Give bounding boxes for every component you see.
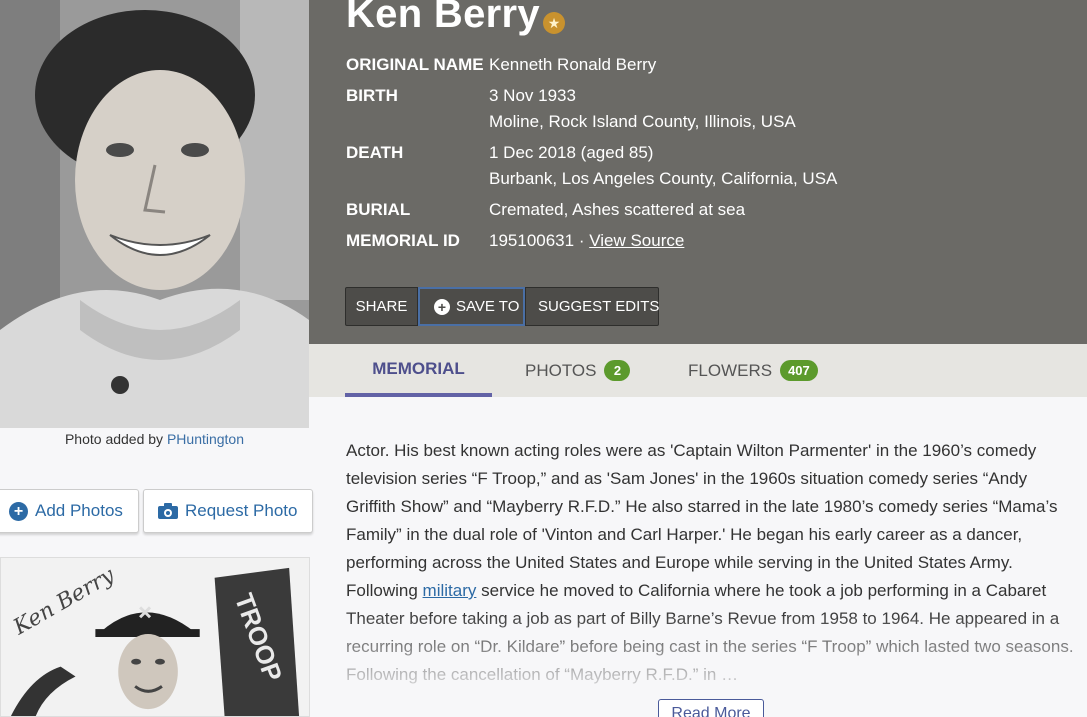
memorial-bio: Actor. His best known acting roles were … [346, 437, 1076, 689]
share-button[interactable]: SHARE [345, 287, 418, 326]
f-troop-photo-image: TROOP Ken Berry [1, 558, 309, 716]
memorial-name: Ken Berry [346, 0, 540, 36]
photos-count-badge: 2 [604, 360, 631, 381]
memorial-id-value: 195100631 · View Source [489, 231, 684, 251]
original-name-value: Kenneth Ronald Berry [489, 55, 657, 74]
plus-circle-icon: + [434, 298, 450, 315]
suggest-edits-button[interactable]: SUGGEST EDITS [525, 287, 659, 326]
request-photo-button[interactable]: Request Photo [143, 489, 313, 533]
request-photo-label: Request Photo [185, 501, 298, 520]
camera-icon [158, 503, 178, 519]
add-photos-label: Add Photos [35, 501, 123, 520]
portrait-image [0, 0, 309, 428]
bio-text-part-1: Actor. His best known acting roles were … [346, 441, 1058, 600]
photo-contributor-link[interactable]: PHuntington [167, 431, 244, 447]
burial-label: BURIAL [346, 200, 411, 219]
save-to-button[interactable]: + SAVE TO [418, 287, 525, 326]
caption-prefix: Photo added by [64, 431, 167, 447]
military-link[interactable]: military [423, 581, 477, 600]
memorial-action-bar: SHARE + SAVE TO SUGGEST EDITS [345, 287, 659, 326]
birth-date: 3 Nov 1933 [489, 86, 576, 105]
tab-memorial[interactable]: MEMORIAL [345, 344, 492, 397]
photo-caption: Photo added by PHuntington [0, 431, 309, 447]
save-to-label: SAVE TO [456, 298, 520, 315]
tab-flowers-label: FLOWERS [688, 360, 773, 380]
plus-circle-icon: + [9, 501, 28, 521]
famous-star-icon[interactable]: ★ [543, 12, 565, 34]
add-photos-button[interactable]: + Add Photos [0, 489, 139, 533]
memorial-tabs: MEMORIAL PHOTOS 2 FLOWERS 407 [309, 344, 1087, 397]
view-source-link[interactable]: View Source [589, 231, 684, 250]
death-label: DEATH [346, 143, 404, 162]
original-name-label: ORIGINAL NAME [346, 55, 484, 74]
tab-flowers[interactable]: FLOWERS 407 [688, 344, 818, 397]
memorial-id-label: MEMORIAL ID [346, 231, 460, 250]
main-memorial-photo[interactable] [0, 0, 309, 428]
memorial-header: Ken Berry ★ ORIGINAL NAME Kenneth Ronald… [309, 0, 1087, 344]
death-place: Burbank, Los Angeles County, California,… [489, 169, 838, 188]
photo-column: Photo added by PHuntington + Add Photos … [0, 0, 313, 717]
birth-place: Moline, Rock Island County, Illinois, US… [489, 112, 796, 131]
tab-photos[interactable]: PHOTOS 2 [525, 344, 631, 397]
secondary-photo-thumbnail[interactable]: TROOP Ken Berry [0, 557, 310, 717]
flowers-count-badge: 407 [780, 360, 818, 381]
birth-label: BIRTH [346, 86, 398, 105]
burial-value: Cremated, Ashes scattered at sea [489, 200, 746, 219]
memorial-id-number: 195100631 · [489, 231, 590, 250]
death-date: 1 Dec 2018 (aged 85) [489, 143, 654, 162]
read-more-button[interactable]: Read More [658, 699, 764, 717]
tab-photos-label: PHOTOS [525, 360, 597, 380]
